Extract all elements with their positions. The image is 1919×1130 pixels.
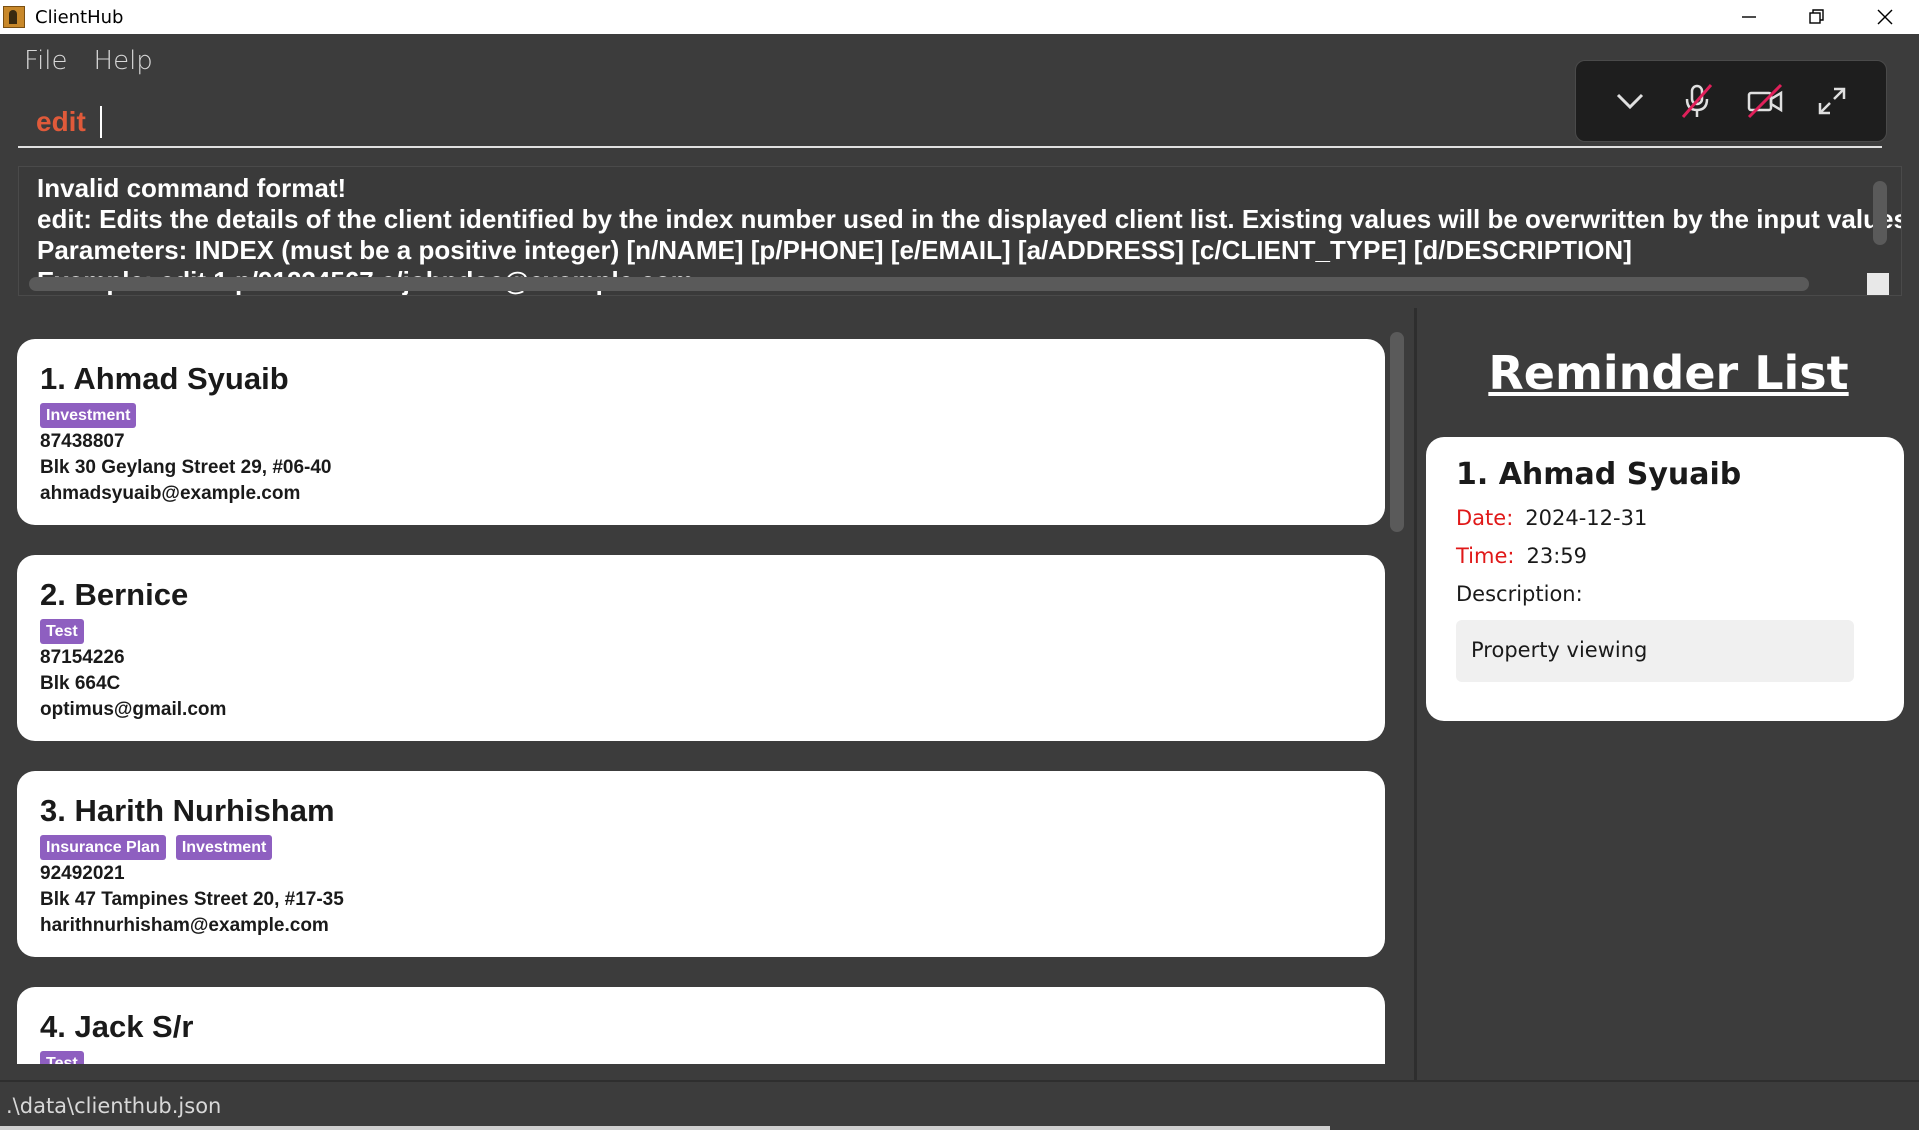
reminder-heading: Reminder List bbox=[1488, 346, 1849, 400]
client-tag: Test bbox=[40, 619, 84, 644]
close-button[interactable] bbox=[1851, 0, 1919, 34]
reminder-time-label: Time: bbox=[1456, 544, 1515, 568]
expand-icon bbox=[1819, 87, 1846, 115]
restore-button[interactable] bbox=[1783, 0, 1851, 34]
restore-icon bbox=[1809, 9, 1824, 24]
client-tag: Test bbox=[40, 1051, 84, 1064]
client-name: 4. Jack S/r bbox=[40, 1009, 194, 1044]
client-phone: 92492021 bbox=[40, 863, 125, 884]
menu-file[interactable]: File bbox=[24, 46, 68, 76]
client-card[interactable]: 4. Jack S/r Test bbox=[17, 987, 1385, 1064]
result-display[interactable]: Invalid command format! edit: Edits the … bbox=[18, 166, 1902, 296]
menu-help[interactable]: Help bbox=[94, 46, 153, 76]
client-tag: Investment bbox=[175, 835, 273, 860]
client-email: harithnurhisham@example.com bbox=[40, 915, 329, 936]
reminder-time: 23:59 bbox=[1526, 544, 1587, 568]
reminder-description-label: Description: bbox=[1456, 582, 1583, 606]
reminder-date-row: Date: 2024-12-31 bbox=[1456, 506, 1874, 530]
client-phone: 87154226 bbox=[40, 647, 125, 668]
client-email: ahmadsyuaib@example.com bbox=[40, 483, 301, 504]
vertical-scrollbar[interactable] bbox=[1873, 181, 1887, 245]
client-card[interactable]: 3. Harith Nurhisham Insurance Plan Inves… bbox=[17, 771, 1385, 957]
status-strip bbox=[0, 1126, 1330, 1130]
client-tags: Test bbox=[40, 1051, 1362, 1064]
client-email: optimus@gmail.com bbox=[40, 699, 227, 720]
client-card[interactable]: 1. Ahmad Syuaib Investment 87438807 Blk … bbox=[17, 339, 1385, 525]
panel-divider[interactable] bbox=[1414, 308, 1417, 1080]
client-name: 2. Bernice bbox=[40, 577, 189, 612]
mute-mic-button[interactable] bbox=[1673, 77, 1721, 125]
minimize-button[interactable] bbox=[1715, 0, 1783, 34]
reminder-description: Property viewing bbox=[1456, 620, 1854, 682]
horizontal-scrollbar[interactable] bbox=[29, 277, 1809, 291]
close-icon bbox=[1877, 9, 1893, 25]
reminder-time-row: Time: 23:59 bbox=[1456, 544, 1874, 568]
fullscreen-button[interactable] bbox=[1808, 77, 1856, 125]
call-toolbar bbox=[1575, 60, 1887, 142]
reminder-date-label: Date: bbox=[1456, 506, 1514, 530]
client-address: Blk 47 Tampines Street 20, #17-35 bbox=[40, 889, 344, 910]
app-icon bbox=[3, 6, 25, 28]
client-phone: 87438807 bbox=[40, 431, 125, 452]
client-card[interactable]: 2. Bernice Test 87154226 Blk 664C optimu… bbox=[17, 555, 1385, 741]
client-tag: Investment bbox=[40, 403, 137, 428]
reminder-date: 2024-12-31 bbox=[1525, 506, 1648, 530]
reminder-panel: Reminder List 1. Ahmad Syuaib Date: 2024-… bbox=[1418, 308, 1919, 1080]
scroll-corner bbox=[1867, 273, 1889, 295]
window-title: ClientHub bbox=[35, 6, 124, 28]
client-name: 1. Ahmad Syuaib bbox=[40, 361, 289, 396]
mic-off-icon bbox=[1682, 84, 1713, 118]
title-bar: ClientHub bbox=[0, 0, 1919, 34]
client-address: Blk 30 Geylang Street 29, #06-40 bbox=[40, 457, 332, 478]
camera-toggle-button[interactable] bbox=[1741, 77, 1789, 125]
reminder-card[interactable]: 1. Ahmad Syuaib Date: 2024-12-31 Time: 23:… bbox=[1426, 437, 1904, 721]
client-name: 3. Harith Nurhisham bbox=[40, 793, 335, 828]
client-list-scrollbar[interactable] bbox=[1390, 332, 1404, 532]
chevron-down-icon bbox=[1616, 93, 1643, 110]
client-list[interactable]: 1. Ahmad Syuaib Investment 87438807 Blk … bbox=[0, 308, 1414, 1064]
text-caret bbox=[100, 106, 102, 138]
collapse-toolbar-button[interactable] bbox=[1606, 77, 1654, 125]
save-location: .\data\clienthub.json bbox=[6, 1094, 222, 1118]
command-input[interactable] bbox=[36, 106, 1536, 138]
window-controls bbox=[1715, 0, 1919, 34]
client-tags: Insurance Plan Investment bbox=[40, 835, 1362, 860]
client-tags: Test bbox=[40, 619, 1362, 644]
minimize-icon bbox=[1742, 16, 1756, 18]
client-tag: Insurance Plan bbox=[40, 835, 166, 860]
client-tags: Investment bbox=[40, 403, 1362, 428]
reminder-client-name: 1. Ahmad Syuaib bbox=[1456, 457, 1742, 492]
client-address: Blk 664C bbox=[40, 673, 121, 694]
status-bar: .\data\clienthub.json bbox=[0, 1080, 1919, 1130]
camera-off-icon bbox=[1747, 83, 1782, 119]
